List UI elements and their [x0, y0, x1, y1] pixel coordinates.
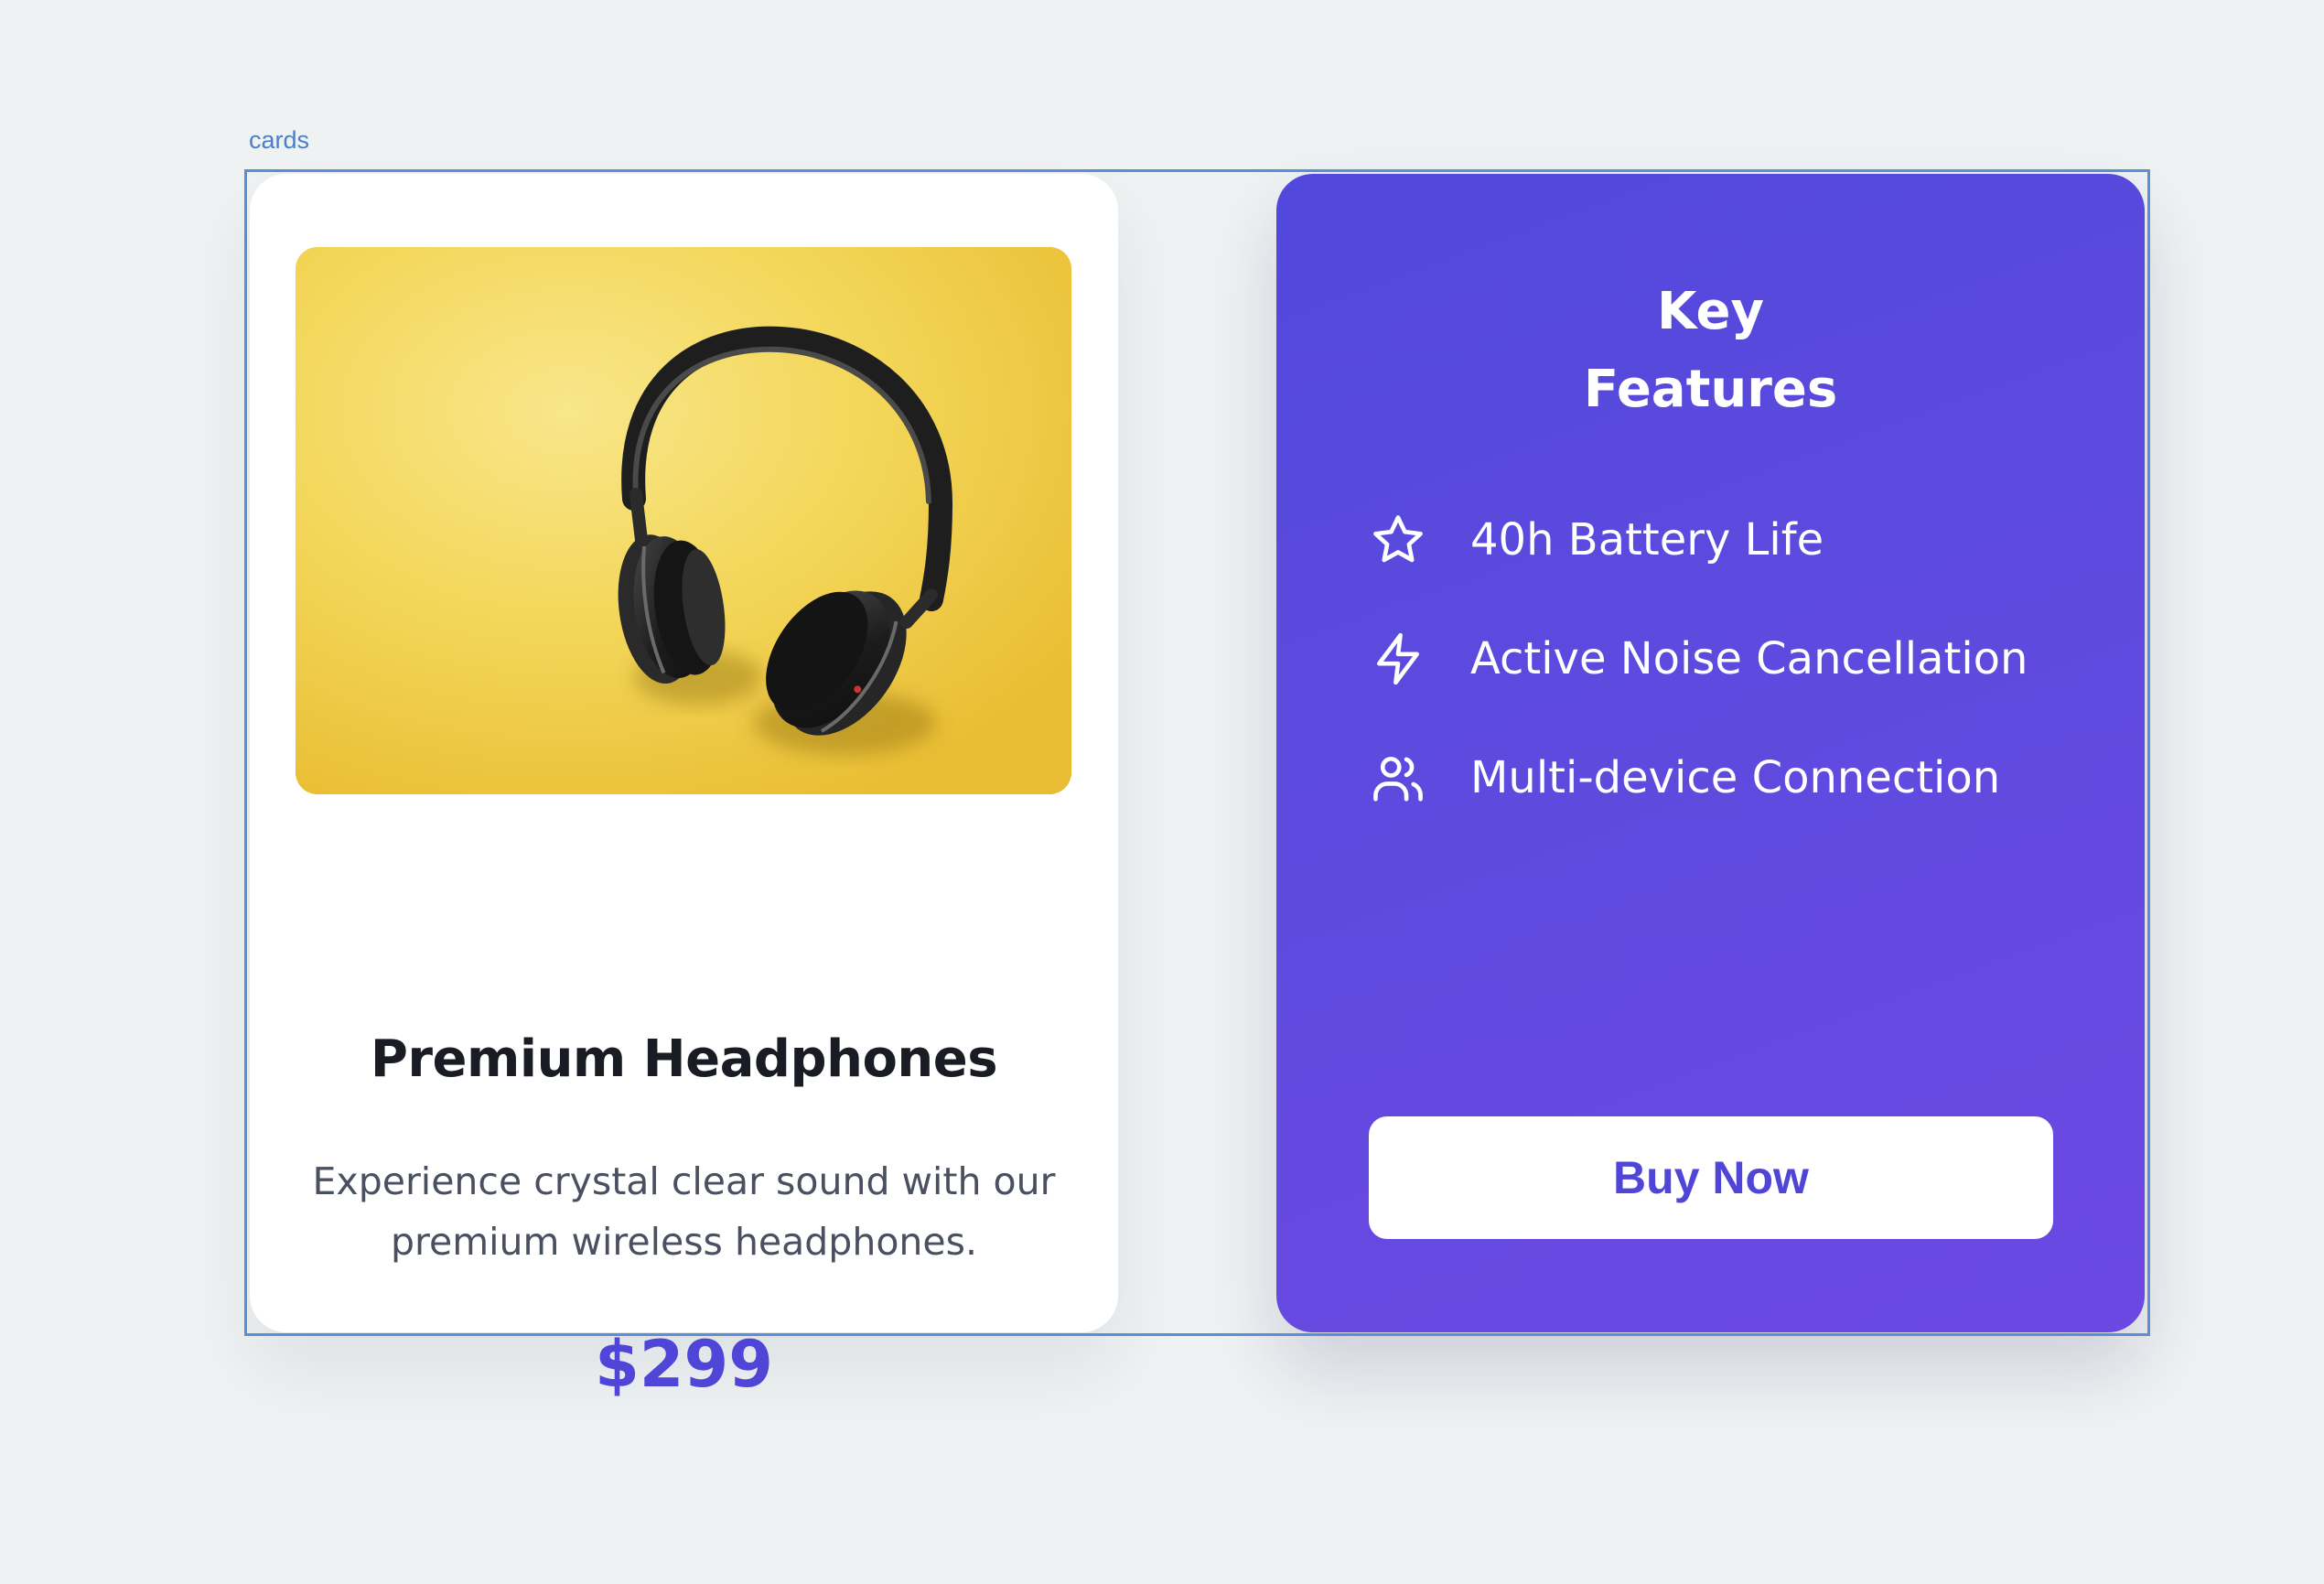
feature-label: Multi-device Connection — [1470, 752, 2001, 803]
feature-label: 40h Battery Life — [1470, 514, 1824, 566]
headphones-icon — [296, 247, 1071, 794]
feature-item-noise-cancellation: Active Noise Cancellation — [1368, 622, 2063, 695]
buy-now-button[interactable]: Buy Now — [1369, 1116, 2053, 1239]
feature-list: 40h Battery Life Active Noise Cancellati… — [1368, 503, 2063, 860]
features-title-line2: Features — [1583, 360, 1838, 419]
star-icon — [1368, 510, 1428, 570]
features-card: Key Features 40h Battery Life Active Noi… — [1276, 174, 2145, 1332]
product-image — [296, 247, 1071, 794]
lightning-icon — [1368, 629, 1428, 689]
feature-item-battery: 40h Battery Life — [1368, 503, 2063, 576]
feature-label: Active Noise Cancellation — [1470, 633, 2028, 684]
features-title: Key Features — [1276, 273, 2145, 428]
users-icon — [1368, 748, 1428, 808]
product-title: Premium Headphones — [370, 1029, 998, 1089]
features-title-line1: Key — [1657, 282, 1764, 341]
feature-item-multi-device: Multi-device Connection — [1368, 741, 2063, 814]
product-price: $299 — [595, 1327, 773, 1402]
product-card: Premium Headphones Experience crystal cl… — [250, 174, 1118, 1402]
product-description: Experience crystal clear sound with our … — [312, 1159, 1056, 1264]
frame-label: cards — [249, 126, 310, 154]
